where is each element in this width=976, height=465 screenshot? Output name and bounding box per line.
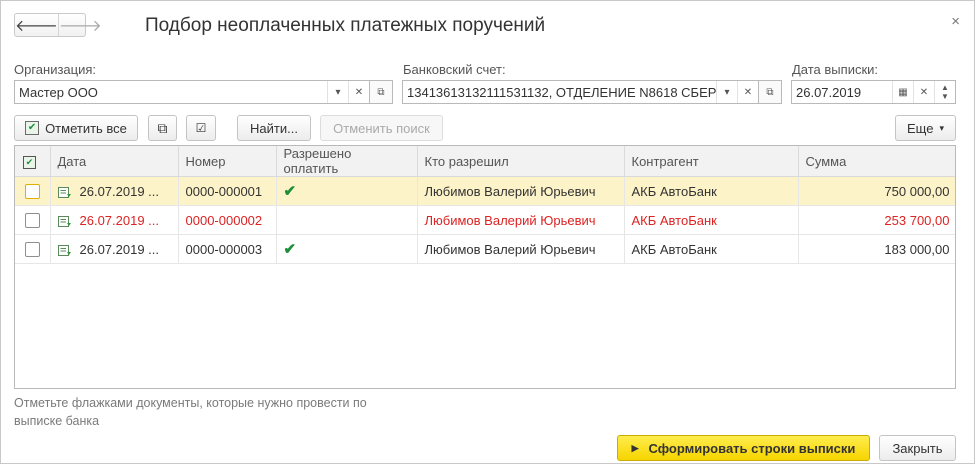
row-checkbox[interactable] xyxy=(25,213,40,229)
toggle-checkboxes-icon: ☑ xyxy=(195,121,207,135)
row-contractor: АКБ АвтоБанк xyxy=(624,205,799,235)
back-arrow-icon[interactable]: 🡐 xyxy=(15,14,58,36)
more-button[interactable]: Еще ▾ xyxy=(895,115,956,141)
checkbox-checked-icon: ✔ xyxy=(25,121,40,135)
col-allowed[interactable]: Разрешено оплатить xyxy=(276,146,418,177)
spin-icon[interactable]: ▲ ▼ xyxy=(934,81,955,103)
clear-icon[interactable]: ✕ xyxy=(737,81,758,103)
toggle-marks-button[interactable]: ☑ xyxy=(186,115,216,141)
row-sum: 750 000,00 xyxy=(798,176,955,206)
check-mark-icon: ✔ xyxy=(283,241,297,258)
row-date: 26.07.2019 ... xyxy=(79,212,160,228)
col-sum[interactable]: Сумма xyxy=(798,146,955,177)
play-icon: ▶ xyxy=(631,442,639,453)
date-label: Дата выписки: xyxy=(792,62,879,77)
close-button[interactable]: Закрыть xyxy=(879,435,956,461)
row-who: Любимов Валерий Юрьевич xyxy=(417,176,625,206)
find-button[interactable]: Найти... xyxy=(237,115,311,141)
col-contractor[interactable]: Контрагент xyxy=(624,146,799,177)
hint-text: Отметьте флажками документы, которые нуж… xyxy=(14,396,367,428)
org-field[interactable]: Мастер ООО ▾ ✕ ⧉ xyxy=(14,80,393,104)
navigation-buttons: 🡐 🡒 xyxy=(14,13,102,37)
generate-label: Сформировать строки выписки xyxy=(648,440,856,456)
generate-statement-button[interactable]: ▶ Сформировать строки выписки xyxy=(617,435,870,461)
close-icon[interactable]: × xyxy=(951,13,960,30)
cancel-search-button[interactable]: Отменить поиск xyxy=(320,115,443,141)
chevron-down-icon: ▾ xyxy=(939,122,944,133)
check-mark-icon: ✔ xyxy=(283,183,297,200)
open-icon[interactable]: ⧉ xyxy=(758,81,781,103)
row-who: Любимов Валерий Юрьевич xyxy=(417,205,625,235)
table-row[interactable]: 26.07.2019 ... 0000-000003 ✔ Любимов Вал… xyxy=(15,234,955,264)
col-number[interactable]: Номер xyxy=(178,146,277,177)
dialog-window: 🡐 🡒 Подбор неоплаченных платежных поруче… xyxy=(0,0,975,464)
date-value[interactable]: 26.07.2019 xyxy=(792,85,892,100)
row-checkbox[interactable] xyxy=(25,184,40,200)
mark-all-label: Отметить все xyxy=(45,120,127,136)
copy-icon: ⧉ xyxy=(157,119,168,136)
dropdown-arrow-icon[interactable]: ▾ xyxy=(327,81,348,103)
row-date: 26.07.2019 ... xyxy=(79,183,160,199)
org-label: Организация: xyxy=(14,62,97,77)
documents-table: ✔ Дата Номер Разрешено оплатить Кто разр… xyxy=(14,145,956,389)
document-icon xyxy=(57,186,71,198)
clear-icon[interactable]: ✕ xyxy=(913,81,934,103)
document-icon xyxy=(57,215,71,227)
table-header: ✔ Дата Номер Разрешено оплатить Кто разр… xyxy=(15,146,955,177)
open-icon[interactable]: ⧉ xyxy=(369,81,392,103)
account-field[interactable]: 13413613132111531132, ОТДЕЛЕНИЕ N8618 СБ… xyxy=(402,80,782,104)
account-value[interactable]: 13413613132111531132, ОТДЕЛЕНИЕ N8618 СБ… xyxy=(403,85,716,100)
account-label: Банковский счет: xyxy=(403,62,506,77)
mark-all-button[interactable]: ✔ Отметить все xyxy=(14,115,138,141)
table-row[interactable]: 26.07.2019 ... 0000-000002 Любимов Валер… xyxy=(15,205,955,235)
checkbox-checked-icon: ✔ xyxy=(23,156,36,169)
clear-icon[interactable]: ✕ xyxy=(348,81,369,103)
row-who: Любимов Валерий Юрьевич xyxy=(417,234,625,264)
dialog-title: Подбор неоплаченных платежных поручений xyxy=(145,15,546,36)
document-icon xyxy=(57,244,71,256)
row-number: 0000-000002 xyxy=(178,205,277,235)
org-value[interactable]: Мастер ООО xyxy=(15,85,327,100)
copy-button[interactable]: ⧉ xyxy=(148,115,177,141)
calendar-icon[interactable]: ▦ xyxy=(892,81,913,103)
col-date[interactable]: Дата xyxy=(50,146,179,177)
row-contractor: АКБ АвтоБанк xyxy=(624,176,799,206)
row-number: 0000-000003 xyxy=(178,234,277,264)
row-date: 26.07.2019 ... xyxy=(79,241,160,257)
table-row[interactable]: 26.07.2019 ... 0000-000001 ✔ Любимов Вал… xyxy=(15,176,955,206)
more-label: Еще xyxy=(907,120,934,136)
header-checkbox[interactable]: ✔ xyxy=(15,146,51,177)
dropdown-arrow-icon[interactable]: ▾ xyxy=(716,81,737,103)
row-sum: 253 700,00 xyxy=(798,205,955,235)
forward-arrow-icon[interactable]: 🡒 xyxy=(57,14,102,36)
date-field[interactable]: 26.07.2019 ▦ ✕ ▲ ▼ xyxy=(791,80,956,104)
row-contractor: АКБ АвтоБанк xyxy=(624,234,799,264)
row-checkbox[interactable] xyxy=(25,242,40,258)
row-sum: 183 000,00 xyxy=(798,234,955,264)
row-number: 0000-000001 xyxy=(178,176,277,206)
col-who[interactable]: Кто разрешил xyxy=(417,146,625,177)
